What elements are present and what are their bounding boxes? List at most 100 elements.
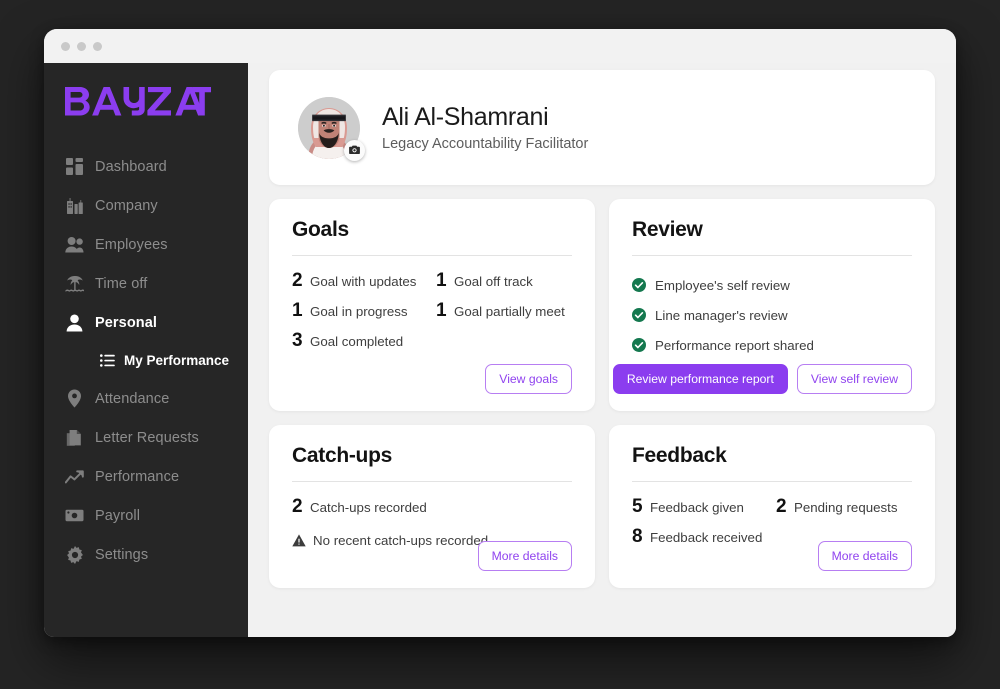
- sidebar-item-label: Employees: [95, 236, 168, 253]
- people-icon: [65, 235, 84, 254]
- sidebar-item-label: Letter Requests: [95, 429, 199, 446]
- stat-count: 2: [292, 270, 303, 291]
- sidebar-item-label: Time off: [95, 275, 148, 292]
- sidebar-item-label: Attendance: [95, 390, 170, 407]
- divider: [292, 255, 572, 256]
- sidebar-item-personal[interactable]: Personal: [44, 303, 248, 342]
- sidebar-item-attendance[interactable]: Attendance: [44, 379, 248, 418]
- job-title: Legacy Accountability Facilitator: [382, 136, 589, 152]
- bayzat-logo[interactable]: [44, 83, 248, 121]
- buildings-icon: [65, 196, 84, 215]
- sidebar-item-settings[interactable]: Settings: [44, 535, 248, 574]
- checklist-item: Line manager's review: [632, 300, 912, 330]
- sidebar-subitem-my-performance[interactable]: My Performance: [44, 342, 248, 379]
- sidebar-item-company[interactable]: Company: [44, 186, 248, 225]
- stat-count: 1: [292, 300, 303, 321]
- goals-title: Goals: [292, 218, 349, 241]
- stat-row: 5 Feedback given: [632, 496, 768, 526]
- sidebar-item-performance[interactable]: Performance: [44, 457, 248, 496]
- view-goals-button[interactable]: View goals: [485, 363, 572, 394]
- location-pin-icon: [65, 389, 84, 408]
- checklist-item: Performance report shared: [632, 330, 912, 360]
- main-content: Ali Al-Shamrani Legacy Accountability Fa…: [248, 63, 956, 637]
- stat-row: 2 Goal with updates: [292, 270, 428, 300]
- sidebar-item-dashboard[interactable]: Dashboard: [44, 147, 248, 186]
- review-title: Review: [632, 218, 703, 241]
- app-window: Dashboard Company Employees Time off Per…: [44, 29, 956, 637]
- trend-arrow-icon: [65, 467, 84, 486]
- divider: [292, 481, 572, 482]
- check-circle-icon: [632, 308, 646, 322]
- avatar[interactable]: [298, 96, 365, 161]
- window-titlebar: [44, 29, 956, 63]
- checklist-item: Employee's self review: [632, 270, 912, 300]
- stat-count: 2: [776, 496, 787, 517]
- catchups-actions: More details: [477, 540, 572, 571]
- sidebar-item-label: Payroll: [95, 507, 141, 524]
- catchups-title: Catch-ups: [292, 444, 392, 467]
- camera-icon[interactable]: [344, 139, 365, 161]
- review-performance-report-button[interactable]: Review performance report: [612, 363, 788, 394]
- stat-count: 1: [436, 270, 447, 291]
- stat-label: Goal with updates: [310, 274, 417, 289]
- window-minimize-dot[interactable]: [77, 41, 86, 51]
- stat-row: 1 Goal partially meet: [436, 300, 572, 330]
- palm-tree-icon: [65, 274, 84, 293]
- profile-header-card: Ali Al-Shamrani Legacy Accountability Fa…: [269, 70, 935, 185]
- sidebar-item-payroll[interactable]: Payroll: [44, 496, 248, 535]
- window-close-dot[interactable]: [61, 41, 70, 51]
- sidebar-item-employees[interactable]: Employees: [44, 225, 248, 264]
- stat-row: 2 Catch-ups recorded: [292, 496, 572, 526]
- view-self-review-button[interactable]: View self review: [796, 363, 912, 394]
- sidebar-item-label: Personal: [95, 314, 158, 331]
- stat-label: Goal partially meet: [454, 304, 565, 319]
- warning-label: No recent catch-ups recorded: [313, 532, 489, 548]
- sidebar-item-letter-requests[interactable]: Letter Requests: [44, 418, 248, 457]
- stat-row: 2 Pending requests: [776, 496, 912, 526]
- stat-label: Goal in progress: [310, 304, 408, 319]
- checklist-label: Employee's self review: [655, 277, 790, 293]
- sidebar-item-label: Company: [95, 197, 158, 214]
- stat-count: 3: [292, 330, 303, 351]
- sidebar-item-time-off[interactable]: Time off: [44, 264, 248, 303]
- window-maximize-dot[interactable]: [93, 41, 102, 51]
- goals-stats-right: 1 Goal off track 1 Goal partially meet: [436, 270, 572, 360]
- stat-row: 3 Goal completed: [292, 330, 428, 360]
- checklist-label: Performance report shared: [655, 337, 814, 353]
- divider: [632, 255, 912, 256]
- goals-stats: 2 Goal with updates 1 Goal in progress 3…: [292, 270, 572, 360]
- catchups-card: Catch-ups 2 Catch-ups recorded No recent…: [269, 425, 595, 588]
- feedback-stats-left: 5 Feedback given 8 Feedback received: [632, 496, 768, 556]
- check-circle-icon: [632, 278, 646, 292]
- warning-triangle-icon: [292, 533, 306, 547]
- sidebar: Dashboard Company Employees Time off Per…: [44, 63, 248, 637]
- dashboard-grid-icon: [65, 157, 84, 176]
- stat-label: Feedback received: [650, 530, 763, 545]
- stat-label: Catch-ups recorded: [310, 500, 427, 515]
- feedback-more-details-button[interactable]: More details: [817, 540, 912, 571]
- person-icon: [65, 313, 84, 332]
- stat-count: 5: [632, 496, 643, 517]
- stat-count: 1: [436, 300, 447, 321]
- banknote-icon: [65, 506, 84, 525]
- divider: [632, 481, 912, 482]
- stat-count: 8: [632, 526, 643, 547]
- stat-label: Pending requests: [794, 500, 898, 515]
- catchups-more-details-button[interactable]: More details: [477, 540, 572, 571]
- documents-icon: [65, 428, 84, 447]
- feedback-title: Feedback: [632, 444, 727, 467]
- gear-icon: [65, 545, 84, 564]
- stat-row: 8 Feedback received: [632, 526, 768, 556]
- stat-label: Goal off track: [454, 274, 533, 289]
- sidebar-item-label: Dashboard: [95, 158, 167, 175]
- profile-text: Ali Al-Shamrani Legacy Accountability Fa…: [382, 103, 588, 152]
- feedback-actions: More details: [817, 540, 912, 571]
- feedback-card: Feedback 5 Feedback given 8 Feedback rec…: [609, 425, 935, 588]
- page-title: Ali Al-Shamrani: [382, 103, 549, 131]
- list-icon: [100, 353, 115, 368]
- checklist-label: Line manager's review: [655, 307, 788, 323]
- dashboard-grid: Goals 2 Goal with updates 1 Goal in prog…: [269, 199, 935, 588]
- review-actions: Review performance report View self revi…: [612, 363, 912, 394]
- goals-actions: View goals: [485, 363, 572, 394]
- stat-label: Feedback given: [650, 500, 744, 515]
